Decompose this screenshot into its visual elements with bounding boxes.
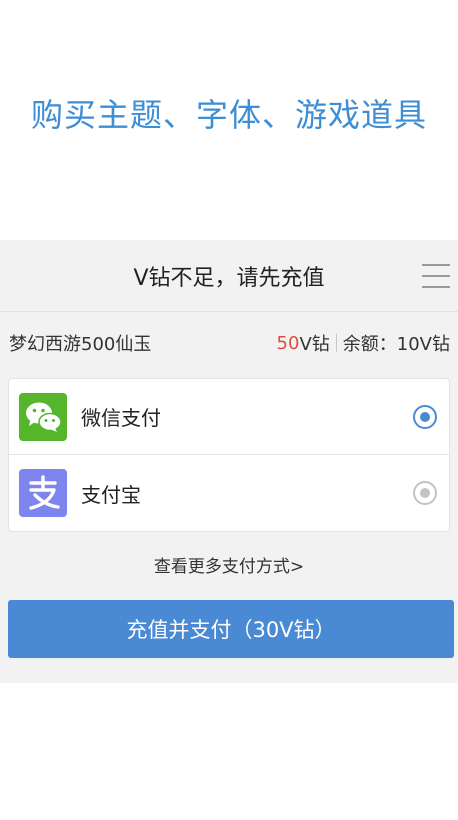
price-unit: V钻 bbox=[299, 334, 330, 355]
balance-text: 余额：10V钻 bbox=[342, 334, 450, 355]
menu-icon-line bbox=[422, 264, 450, 266]
promo-headline: 购买主题、字体、游戏道具 bbox=[30, 96, 427, 134]
alipay-icon bbox=[19, 469, 67, 517]
menu-icon[interactable] bbox=[422, 264, 450, 288]
price-value: 50 bbox=[276, 332, 300, 354]
payment-option-label: 支付宝 bbox=[81, 482, 141, 507]
product-name: 梦幻西游500仙玉 bbox=[9, 334, 152, 355]
price-divider bbox=[335, 334, 337, 352]
payment-method-list: 微信支付 支付宝 bbox=[8, 378, 450, 532]
payment-option-label: 微信支付 bbox=[81, 406, 161, 430]
radio-selected-icon[interactable] bbox=[413, 404, 437, 429]
menu-icon-line bbox=[422, 275, 450, 277]
radio-unselected-icon[interactable] bbox=[413, 481, 437, 505]
payment-sheet: V钻不足，请先充值 梦幻西游500仙玉 50 V钻 余额：10V钻 微信支付 支… bbox=[0, 240, 458, 683]
more-payment-methods-link[interactable]: 查看更多支付方式> bbox=[0, 552, 458, 578]
wechat-icon bbox=[19, 392, 67, 441]
sheet-header: V钻不足，请先充值 bbox=[0, 240, 458, 312]
sheet-title: V钻不足，请先充值 bbox=[133, 265, 325, 291]
recharge-and-pay-button[interactable]: 充值并支付（30V钻） bbox=[8, 600, 454, 658]
price-group: 50 V钻 余额：10V钻 bbox=[277, 330, 450, 356]
product-row: 梦幻西游500仙玉 50 V钻 余额：10V钻 bbox=[0, 312, 458, 374]
menu-icon-line bbox=[422, 286, 450, 288]
payment-option-alipay[interactable]: 支付宝 bbox=[9, 454, 449, 531]
payment-option-wechat[interactable]: 微信支付 bbox=[9, 379, 449, 454]
